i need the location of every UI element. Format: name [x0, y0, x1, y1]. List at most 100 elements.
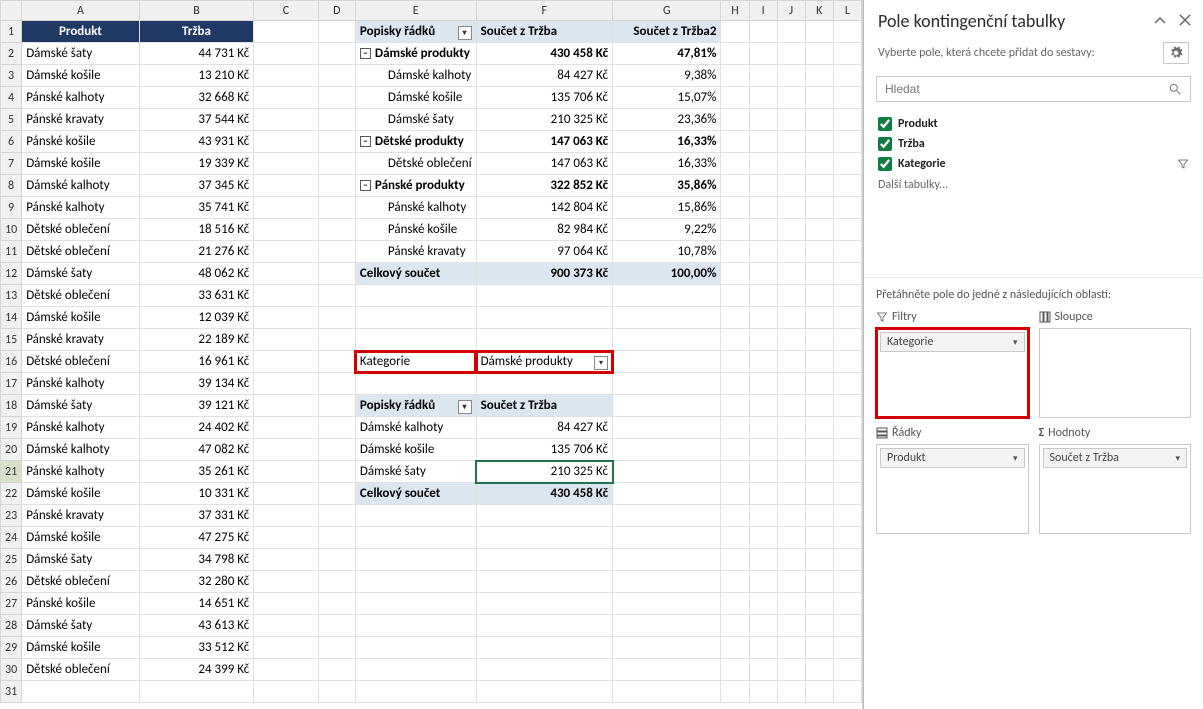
cell-I25[interactable]: [749, 549, 777, 571]
cell-B8[interactable]: 37 345 Kč: [139, 175, 254, 197]
cell-B28[interactable]: 43 613 Kč: [139, 615, 254, 637]
cell-J22[interactable]: [777, 483, 805, 505]
cell-I4[interactable]: [749, 87, 777, 109]
cell-L6[interactable]: [833, 131, 861, 153]
cell-G11[interactable]: 10,78%: [613, 241, 721, 263]
row-header-19[interactable]: 19: [1, 417, 22, 439]
cell-C19[interactable]: [254, 417, 318, 439]
cell-K16[interactable]: [805, 351, 833, 373]
cell-A14[interactable]: Dámské košile: [22, 307, 140, 329]
col-header-D[interactable]: D: [318, 1, 355, 21]
cell-I2[interactable]: [749, 43, 777, 65]
search-box[interactable]: [876, 76, 1191, 102]
area-chip[interactable]: Kategorie▾: [880, 332, 1025, 352]
cell-A1[interactable]: Produkt: [22, 21, 140, 43]
cell-D29[interactable]: [318, 637, 355, 659]
cell-G5[interactable]: 23,36%: [613, 109, 721, 131]
cell-J11[interactable]: [777, 241, 805, 263]
cell-K21[interactable]: [805, 461, 833, 483]
cell-C23[interactable]: [254, 505, 318, 527]
cell-G4[interactable]: 15,07%: [613, 87, 721, 109]
cell-K29[interactable]: [805, 637, 833, 659]
cell-C5[interactable]: [254, 109, 318, 131]
cell-D19[interactable]: [318, 417, 355, 439]
cell-B6[interactable]: 43 931 Kč: [139, 131, 254, 153]
cell-F24[interactable]: [476, 527, 613, 549]
cell-A6[interactable]: Pánské košile: [22, 131, 140, 153]
cell-H17[interactable]: [721, 373, 749, 395]
gear-icon[interactable]: [1163, 42, 1189, 64]
cell-C16[interactable]: [254, 351, 318, 373]
col-header-F[interactable]: F: [476, 1, 613, 21]
cell-D8[interactable]: [318, 175, 355, 197]
cell-F12[interactable]: 900 373 Kč: [476, 263, 613, 285]
cell-C12[interactable]: [254, 263, 318, 285]
cell-B1[interactable]: Tržba: [139, 21, 254, 43]
cell-L27[interactable]: [833, 593, 861, 615]
collapse-icon[interactable]: −: [360, 180, 371, 191]
cell-L11[interactable]: [833, 241, 861, 263]
row-header-26[interactable]: 26: [1, 571, 22, 593]
area-columns[interactable]: [1039, 328, 1192, 418]
cell-K25[interactable]: [805, 549, 833, 571]
row-header-7[interactable]: 7: [1, 153, 22, 175]
cell-C10[interactable]: [254, 219, 318, 241]
cell-C7[interactable]: [254, 153, 318, 175]
cell-B26[interactable]: 32 280 Kč: [139, 571, 254, 593]
cell-H13[interactable]: [721, 285, 749, 307]
cell-B10[interactable]: 18 516 Kč: [139, 219, 254, 241]
cell-C28[interactable]: [254, 615, 318, 637]
cell-L1[interactable]: [833, 21, 861, 43]
cell-L9[interactable]: [833, 197, 861, 219]
cell-I7[interactable]: [749, 153, 777, 175]
row-header-3[interactable]: 3: [1, 65, 22, 87]
cell-G13[interactable]: [613, 285, 721, 307]
cell-J27[interactable]: [777, 593, 805, 615]
cell-H4[interactable]: [721, 87, 749, 109]
cell-A21[interactable]: Pánské kalhoty: [22, 461, 140, 483]
cell-F21[interactable]: 210 325 Kč: [476, 461, 613, 483]
cell-K22[interactable]: [805, 483, 833, 505]
cell-H5[interactable]: [721, 109, 749, 131]
cell-E17[interactable]: [355, 373, 476, 395]
cell-B23[interactable]: 37 331 Kč: [139, 505, 254, 527]
cell-A24[interactable]: Dámské košile: [22, 527, 140, 549]
row-header-17[interactable]: 17: [1, 373, 22, 395]
col-header-E[interactable]: E: [355, 1, 476, 21]
cell-E22[interactable]: Celkový součet: [355, 483, 476, 505]
cell-E21[interactable]: Dámské šaty: [355, 461, 476, 483]
cell-D25[interactable]: [318, 549, 355, 571]
cell-L2[interactable]: [833, 43, 861, 65]
cell-G6[interactable]: 16,33%: [613, 131, 721, 153]
cell-K8[interactable]: [805, 175, 833, 197]
cell-I9[interactable]: [749, 197, 777, 219]
cell-I6[interactable]: [749, 131, 777, 153]
cell-A2[interactable]: Dámské šaty: [22, 43, 140, 65]
cell-G2[interactable]: 47,81%: [613, 43, 721, 65]
cell-G22[interactable]: [613, 483, 721, 505]
cell-H23[interactable]: [721, 505, 749, 527]
cell-B12[interactable]: 48 062 Kč: [139, 263, 254, 285]
cell-A12[interactable]: Dámské šaty: [22, 263, 140, 285]
cell-D13[interactable]: [318, 285, 355, 307]
cell-D21[interactable]: [318, 461, 355, 483]
cell-D3[interactable]: [318, 65, 355, 87]
cell-B11[interactable]: 21 276 Kč: [139, 241, 254, 263]
cell-A10[interactable]: Dětské oblečení: [22, 219, 140, 241]
row-header-6[interactable]: 6: [1, 131, 22, 153]
row-header-13[interactable]: 13: [1, 285, 22, 307]
cell-F20[interactable]: 135 706 Kč: [476, 439, 613, 461]
cell-I19[interactable]: [749, 417, 777, 439]
cell-I17[interactable]: [749, 373, 777, 395]
cell-E10[interactable]: Pánské košile: [355, 219, 476, 241]
cell-E1[interactable]: Popisky řádků▾: [355, 21, 476, 43]
cell-E19[interactable]: Dámské kalhoty: [355, 417, 476, 439]
cell-I8[interactable]: [749, 175, 777, 197]
cell-L19[interactable]: [833, 417, 861, 439]
cell-B13[interactable]: 33 631 Kč: [139, 285, 254, 307]
cell-K6[interactable]: [805, 131, 833, 153]
cell-J5[interactable]: [777, 109, 805, 131]
cell-I30[interactable]: [749, 659, 777, 681]
row-header-9[interactable]: 9: [1, 197, 22, 219]
cell-E23[interactable]: [355, 505, 476, 527]
